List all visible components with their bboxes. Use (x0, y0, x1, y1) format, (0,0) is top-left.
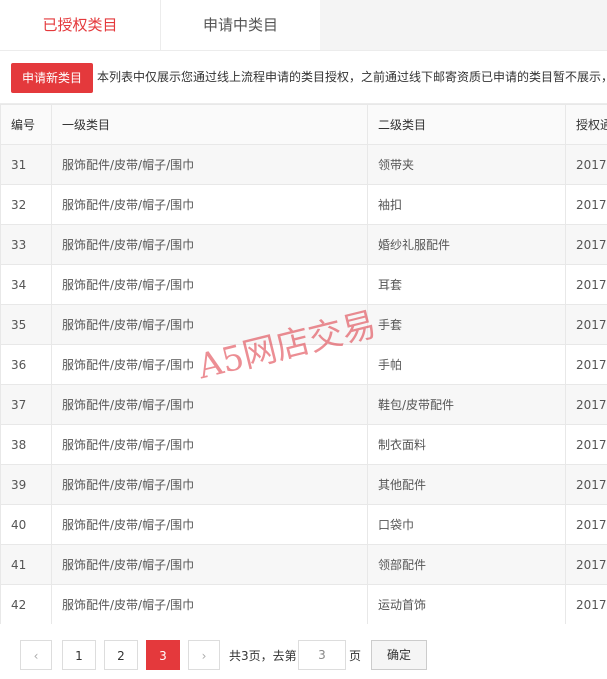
cell-level2: 婚纱礼服配件 (367, 224, 566, 265)
table-header-row: 编号 一级类目 二级类目 授权通 (0, 104, 607, 145)
cell-level2: 手帕 (367, 344, 566, 385)
cell-id: 39 (0, 464, 52, 505)
table-row: 31 服饰配件/皮带/帽子/围巾 领带夹 2017- (0, 144, 607, 185)
header-level2-category: 二级类目 (367, 104, 566, 145)
notice-bar: 申请新类目 本列表中仅展示您通过线上流程申请的类目授权，之前通过线下邮寄资质已申… (0, 50, 607, 104)
cell-id: 38 (0, 424, 52, 465)
cell-level1: 服饰配件/皮带/帽子/围巾 (51, 424, 368, 465)
cell-level2: 鞋包/皮带配件 (367, 384, 566, 425)
cell-level1: 服饰配件/皮带/帽子/围巾 (51, 464, 368, 505)
cell-id: 34 (0, 264, 52, 305)
goto-confirm-button[interactable]: 确定 (371, 640, 427, 670)
table-row: 42 服饰配件/皮带/帽子/围巾 运动首饰 2017- (0, 584, 607, 625)
table-row: 38 服饰配件/皮带/帽子/围巾 制衣面料 2017- (0, 424, 607, 465)
cell-level2: 其他配件 (367, 464, 566, 505)
cell-id: 41 (0, 544, 52, 585)
page-unit-label: 页 (349, 649, 362, 663)
cell-id: 31 (0, 144, 52, 185)
notice-text: 本列表中仅展示您通过线上流程申请的类目授权，之前通过线下邮寄资质已申请的类目暂不… (97, 70, 607, 84)
cell-auth-date: 2017- (565, 584, 607, 625)
cell-auth-date: 2017- (565, 544, 607, 585)
goto-page-input[interactable] (298, 640, 346, 670)
apply-new-category-button[interactable]: 申请新类目 (11, 63, 93, 93)
cell-level2: 运动首饰 (367, 584, 566, 625)
table-row: 33 服饰配件/皮带/帽子/围巾 婚纱礼服配件 2017- (0, 224, 607, 265)
cell-auth-date: 2017- (565, 264, 607, 305)
table-row: 40 服饰配件/皮带/帽子/围巾 口袋巾 2017- (0, 504, 607, 545)
cell-level2: 领部配件 (367, 544, 566, 585)
header-level1-category: 一级类目 (51, 104, 368, 145)
header-auth-date: 授权通 (565, 104, 607, 145)
cell-id: 33 (0, 224, 52, 265)
pagination: ‹ 1 2 3 › 共3页，去第 页 确定 (0, 624, 607, 679)
category-tabs: 已授权类目 申请中类目 (0, 0, 607, 50)
table-row: 34 服饰配件/皮带/帽子/围巾 耳套 2017- (0, 264, 607, 305)
cell-level2: 手套 (367, 304, 566, 345)
cell-id: 36 (0, 344, 52, 385)
cell-id: 37 (0, 384, 52, 425)
cell-level1: 服饰配件/皮带/帽子/围巾 (51, 184, 368, 225)
cell-auth-date: 2017- (565, 184, 607, 225)
cell-id: 40 (0, 504, 52, 545)
tab-authorized-categories[interactable]: 已授权类目 (0, 0, 160, 50)
cell-level2: 袖扣 (367, 184, 566, 225)
cell-id: 42 (0, 584, 52, 625)
prev-page-chevron-left-icon[interactable]: ‹ (20, 640, 52, 670)
header-id: 编号 (0, 104, 52, 145)
cell-level1: 服饰配件/皮带/帽子/围巾 (51, 384, 368, 425)
cell-auth-date: 2017- (565, 344, 607, 385)
table-row: 32 服饰配件/皮带/帽子/围巾 袖扣 2017- (0, 184, 607, 225)
cell-auth-date: 2017- (565, 144, 607, 185)
next-page-chevron-right-icon[interactable]: › (188, 640, 220, 670)
cell-level1: 服饰配件/皮带/帽子/围巾 (51, 144, 368, 185)
table-row: 41 服饰配件/皮带/帽子/围巾 领部配件 2017- (0, 544, 607, 585)
cell-level1: 服饰配件/皮带/帽子/围巾 (51, 264, 368, 305)
cell-level1: 服饰配件/皮带/帽子/围巾 (51, 304, 368, 345)
cell-auth-date: 2017- (565, 304, 607, 345)
cell-level2: 领带夹 (367, 144, 566, 185)
table-row: 35 服饰配件/皮带/帽子/围巾 手套 2017- (0, 304, 607, 345)
cell-level1: 服饰配件/皮带/帽子/围巾 (51, 544, 368, 585)
page-2-button[interactable]: 2 (104, 640, 138, 670)
cell-level1: 服饰配件/皮带/帽子/围巾 (51, 344, 368, 385)
table-row: 39 服饰配件/皮带/帽子/围巾 其他配件 2017- (0, 464, 607, 505)
cell-auth-date: 2017- (565, 504, 607, 545)
cell-level1: 服饰配件/皮带/帽子/围巾 (51, 584, 368, 625)
tab-pending-categories[interactable]: 申请中类目 (160, 0, 320, 50)
table-row: 36 服饰配件/皮带/帽子/围巾 手帕 2017- (0, 344, 607, 385)
page-3-button-current[interactable]: 3 (146, 640, 180, 670)
total-pages-text: 共3页，去第 (229, 649, 297, 663)
cell-auth-date: 2017- (565, 384, 607, 425)
page-1-button[interactable]: 1 (62, 640, 96, 670)
cell-level2: 耳套 (367, 264, 566, 305)
cell-id: 35 (0, 304, 52, 345)
cell-level2: 口袋巾 (367, 504, 566, 545)
cell-auth-date: 2017- (565, 464, 607, 505)
cell-auth-date: 2017- (565, 224, 607, 265)
cell-level2: 制衣面料 (367, 424, 566, 465)
cell-id: 32 (0, 184, 52, 225)
cell-level1: 服饰配件/皮带/帽子/围巾 (51, 504, 368, 545)
table-row: 37 服饰配件/皮带/帽子/围巾 鞋包/皮带配件 2017- (0, 384, 607, 425)
cell-level1: 服饰配件/皮带/帽子/围巾 (51, 224, 368, 265)
category-table: 编号 一级类目 二级类目 授权通 31 服饰配件/皮带/帽子/围巾 领带夹 20… (0, 104, 607, 625)
cell-auth-date: 2017- (565, 424, 607, 465)
